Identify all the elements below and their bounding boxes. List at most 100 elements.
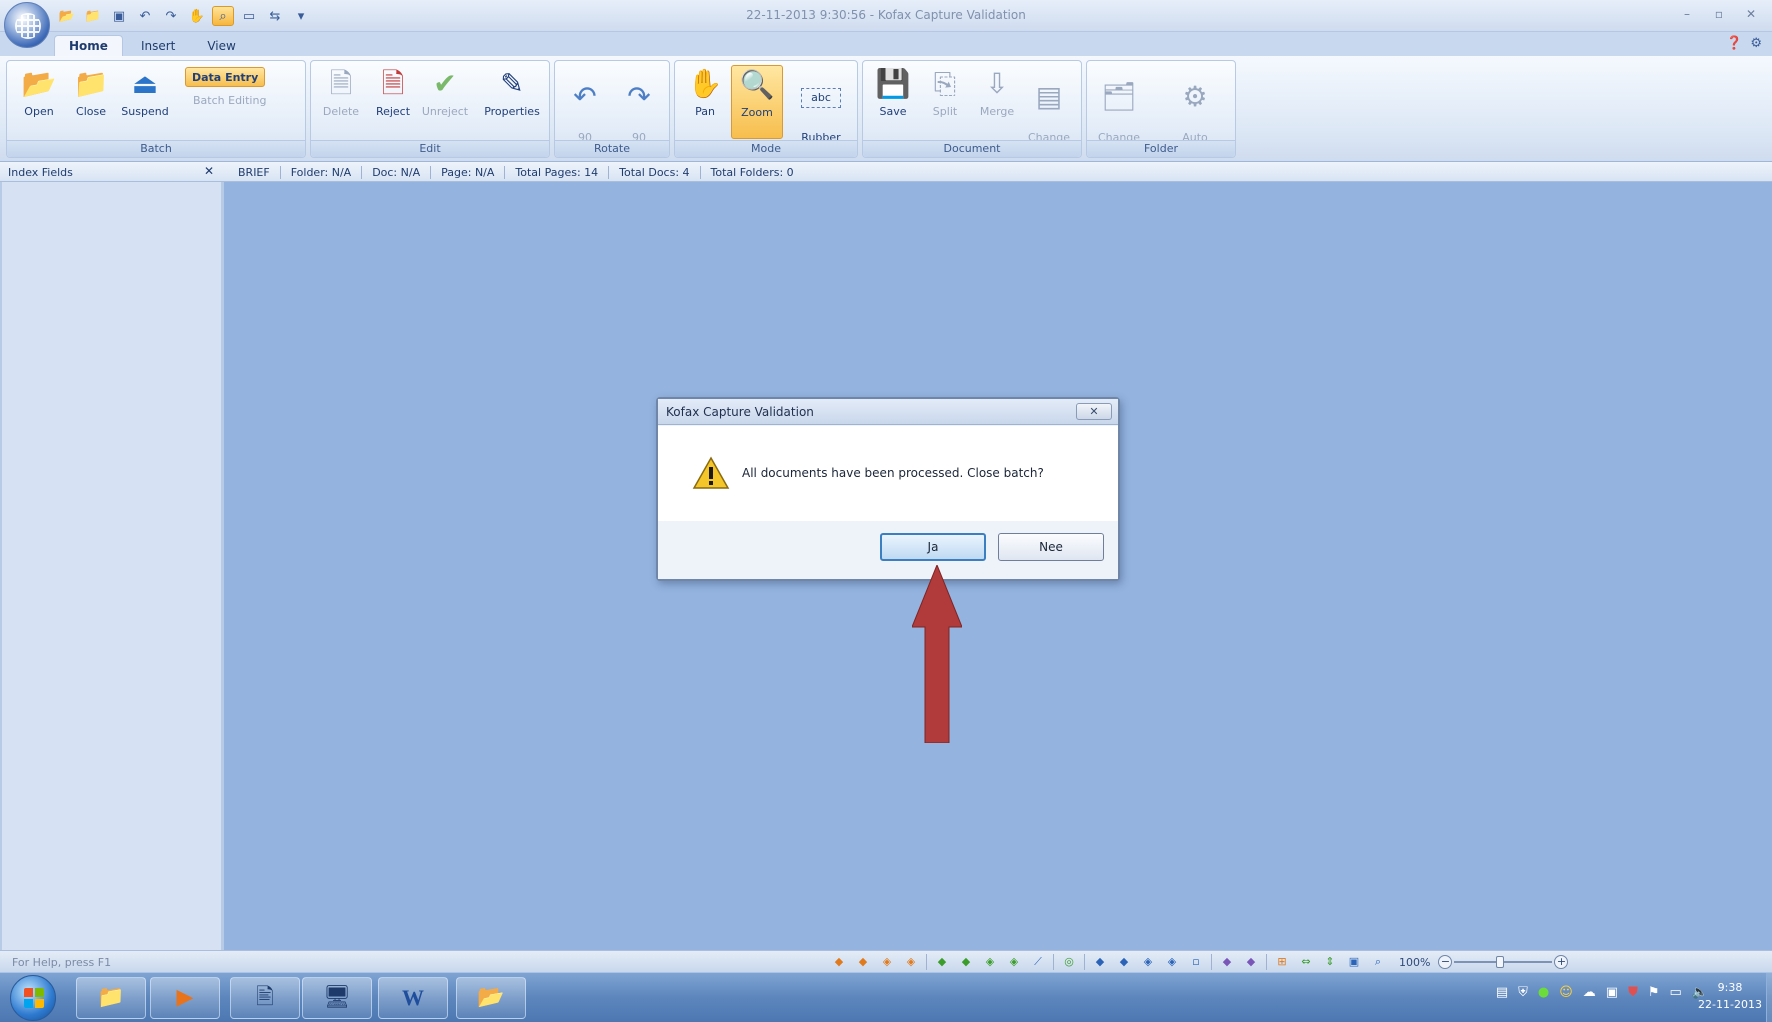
zoom-in-icon[interactable]: +	[1554, 955, 1569, 969]
change-class-button[interactable]: 🗂 Change Class	[1093, 65, 1145, 157]
first-page-icon[interactable]: ◆	[1089, 953, 1111, 971]
fit-page-icon[interactable]: ⊞	[1271, 953, 1293, 971]
window-controls: – ▫ ✕	[1672, 4, 1766, 24]
prev-page-icon[interactable]: ◆	[1113, 953, 1135, 971]
delete-icon: 🗎	[329, 67, 353, 100]
media-player-taskbar-button[interactable]: ▶	[150, 977, 220, 1019]
prev-batch-step-icon[interactable]: ◈	[876, 953, 898, 971]
unreject-button[interactable]: ✔ Unreject	[419, 65, 471, 139]
next-field-icon[interactable]: ◆	[1240, 953, 1262, 971]
clock-date: 22-11-2013	[1698, 998, 1762, 1011]
change-type-button[interactable]: ▤ Change Type	[1023, 65, 1075, 157]
next-doc-icon[interactable]: ◈	[979, 953, 1001, 971]
start-button[interactable]	[10, 975, 56, 1021]
refresh-icon[interactable]: ◎	[1058, 953, 1080, 971]
flag-icon[interactable]: ⚑	[1648, 985, 1660, 1000]
shield-icon[interactable]: ⛨	[1518, 985, 1528, 1000]
green-status-icon[interactable]: ●	[1538, 985, 1549, 1000]
fit-width-icon[interactable]: ⇔	[1295, 953, 1317, 971]
change-class-icon: 🗂	[1101, 80, 1137, 113]
data-entry-button[interactable]: Data Entry	[185, 67, 266, 87]
batch-editing-button[interactable]: Batch Editing	[187, 91, 272, 111]
total-pages: Total Pages: 14	[505, 166, 610, 179]
yes-button[interactable]: Ja	[880, 533, 986, 561]
window-title: 22-11-2013 9:30:56 - Kofax Capture Valid…	[746, 8, 1026, 22]
prev-doc-icon[interactable]: ◆	[955, 953, 977, 971]
delete-button[interactable]: 🗎 Delete	[315, 65, 367, 139]
group-label-rotate: Rotate	[555, 140, 669, 157]
auto-foldering-button[interactable]: ⚙ Auto Foldering	[1161, 65, 1229, 157]
options-icon[interactable]: ⚙	[1750, 36, 1762, 51]
clock[interactable]: 9:38 22-11-2013	[1696, 979, 1764, 1013]
word-taskbar-button[interactable]: W	[378, 977, 448, 1019]
minimize-button[interactable]: –	[1672, 4, 1702, 24]
group-document: 💾 Save ⎘ Split ⇩ Merge ▤ Change Type Doc…	[862, 60, 1082, 158]
actual-size-icon[interactable]: ▣	[1343, 953, 1365, 971]
close-panel-icon[interactable]: ✕	[204, 164, 214, 178]
antivirus-icon[interactable]: ⛊	[1628, 985, 1638, 1000]
explorer-taskbar-button[interactable]: 📁	[76, 977, 146, 1019]
last-doc-icon[interactable]: ◈	[1003, 953, 1025, 971]
page-view-icon[interactable]: ▫	[1185, 953, 1207, 971]
first-batch-icon[interactable]: ◆	[828, 953, 850, 971]
rubber-band-ocr-button[interactable]: abc Rubber Band OCR	[787, 65, 855, 157]
rotate-left-icon: ↶	[573, 80, 597, 113]
tab-home[interactable]: Home	[54, 35, 123, 56]
warning-icon	[692, 456, 730, 489]
monitor-icon[interactable]: ▣	[1606, 985, 1618, 1000]
next-page-icon[interactable]: ◈	[1137, 953, 1159, 971]
tab-insert[interactable]: Insert	[127, 36, 189, 56]
display-icon[interactable]: ▭	[1670, 985, 1682, 1000]
link-doc-icon[interactable]: ⟋	[1027, 953, 1049, 971]
hand-icon: ✋	[687, 67, 723, 100]
zoom-tool-icon[interactable]: ⌕	[1367, 953, 1389, 971]
properties-button[interactable]: ✎ Properties	[479, 65, 545, 139]
prev-batch-icon[interactable]: ◆	[852, 953, 874, 971]
open-button[interactable]: 📂 Open	[13, 65, 65, 139]
first-doc-icon[interactable]: ◆	[931, 953, 953, 971]
close-window-button[interactable]: ✕	[1736, 4, 1766, 24]
fit-height-icon[interactable]: ⇕	[1319, 953, 1341, 971]
zoom-slider-thumb[interactable]	[1496, 956, 1505, 968]
smiley-icon[interactable]: ☺	[1559, 985, 1573, 1000]
help-icon[interactable]: ❓	[1726, 36, 1742, 51]
rotate-right-button[interactable]: ↷ 90 Right	[613, 65, 665, 157]
save-button[interactable]: 💾 Save	[867, 65, 919, 139]
dialog-close-button[interactable]: ✕	[1076, 403, 1112, 420]
computer-taskbar-button[interactable]: 🖥	[302, 977, 372, 1019]
total-folders: Total Folders: 0	[710, 166, 794, 179]
application-menu-button[interactable]	[4, 2, 50, 48]
open-folder-icon: 📂	[21, 67, 57, 100]
index-fields-title: Index Fields	[8, 166, 73, 179]
tab-view[interactable]: View	[193, 36, 249, 56]
dialog-footer: Ja Nee	[658, 521, 1118, 579]
last-page-icon[interactable]: ◈	[1161, 953, 1183, 971]
merge-button[interactable]: ⇩ Merge	[971, 65, 1023, 139]
last-batch-icon[interactable]: ◈	[900, 953, 922, 971]
network-icon[interactable]: ▤	[1496, 985, 1508, 1000]
rotate-left-button[interactable]: ↶ 90 Left	[559, 65, 611, 157]
title-bar: 📂 📁 ▣ ↶ ↷ ✋ ⌕ ▭ ⇆ ▾ 22-11-2013 9:30:56 -…	[0, 0, 1772, 32]
zoom-out-icon[interactable]: −	[1438, 955, 1453, 969]
no-button[interactable]: Nee	[998, 533, 1104, 561]
zoom-button[interactable]: 🔍 Zoom	[731, 65, 783, 139]
media-player-icon: ▶	[176, 985, 194, 1010]
reject-button[interactable]: 🗎 Reject	[367, 65, 419, 139]
magnifier-icon: 🔍	[739, 68, 775, 101]
folder-taskbar-button[interactable]: 📂	[456, 977, 526, 1019]
show-desktop-button[interactable]	[1766, 973, 1772, 1022]
maximize-button[interactable]: ▫	[1704, 4, 1734, 24]
doc-info: Doc: N/A	[362, 166, 432, 179]
pan-button[interactable]: ✋ Pan	[679, 65, 731, 139]
suspend-button[interactable]: ⏏ Suspend	[119, 65, 171, 139]
status-text: For Help, press F1	[12, 956, 112, 969]
split-button[interactable]: ⎘ Split	[919, 65, 971, 139]
merge-icon: ⇩	[985, 67, 1009, 100]
close-batch-button[interactable]: 📁 Close	[65, 65, 117, 139]
prev-field-icon[interactable]: ◆	[1216, 953, 1238, 971]
batch-info: BRIEF Folder: N/A Doc: N/A Page: N/A Tot…	[228, 166, 804, 179]
cloud-icon[interactable]: ☁	[1583, 985, 1596, 1000]
group-label-folder: Folder	[1087, 140, 1235, 157]
kofax-taskbar-button[interactable]: 🖹	[230, 977, 300, 1019]
zoom-slider[interactable]: − +	[1438, 953, 1569, 971]
